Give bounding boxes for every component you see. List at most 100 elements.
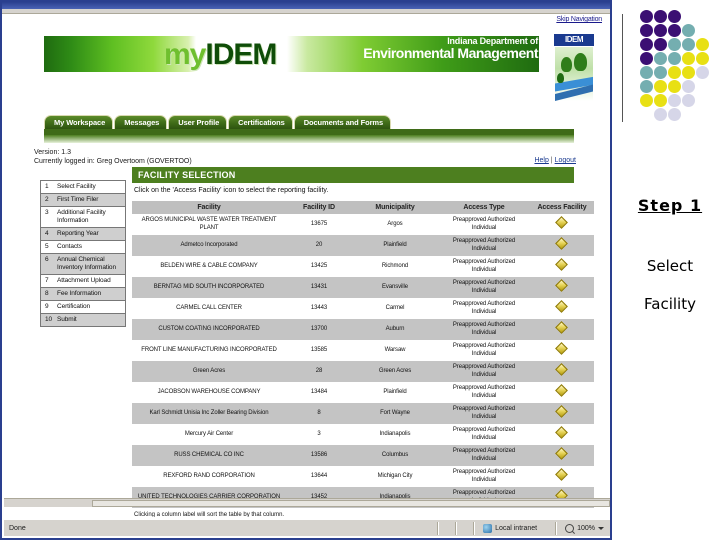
step-nav-item-annual-chemical-inventory-information[interactable]: 6 Annual Chemical Inventory Information [41,254,125,275]
decorative-dot [654,94,667,107]
access-facility-diamond-icon[interactable] [555,237,568,251]
vertical-divider [622,14,623,122]
step-label: Additional Facility Information [57,209,106,224]
access-facility-diamond-icon[interactable] [555,258,568,272]
access-facility-diamond-icon[interactable] [555,300,568,314]
logged-in-line: Currently logged in: Greg Overtoom (GOVE… [34,158,192,165]
step-nav-item-attachment-upload[interactable]: 7 Attachment Upload [41,275,125,288]
help-logout-links[interactable]: Help | Logout [534,157,576,164]
table-row: JACOBSON WAREHOUSE COMPANY 13484 Plainfiel… [132,382,594,403]
step-nav-item-fee-information[interactable]: 8 Fee Information [41,288,125,301]
decorative-dot [640,80,653,93]
tab-documents-and-forms[interactable]: Documents and Forms [293,115,392,129]
chevron-down-icon[interactable] [598,526,604,530]
cell-facility-name: BERNTAG MID SOUTH INCORPORATED [153,283,265,290]
access-facility-diamond-icon[interactable] [555,447,568,461]
cell-facility-name: ARGOS MUNICIPAL WASTE WATER TREATMENT PL… [141,217,277,231]
decorative-dot [682,52,695,65]
decorative-dot [668,52,681,65]
access-facility-diamond-icon[interactable] [555,405,568,419]
zoom-control[interactable]: 100% [565,523,610,533]
myidem-logo: myIDEM [164,36,294,74]
cell-access-facility [530,382,594,403]
cell-facility-name: Mercury Air Center [184,430,234,437]
column-header-access-facility[interactable]: Access Facility [530,201,594,214]
cell-access-type: Preapproved Authorized Individual [452,238,516,252]
cell-municipality: Plainfield [383,388,407,395]
decorative-dot [640,52,653,65]
column-header-access-type[interactable]: Access Type [438,201,530,214]
access-facility-diamond-icon[interactable] [555,321,568,335]
scrollbar-thumb[interactable] [92,500,610,507]
cell-access-type: Preapproved Authorized Individual [452,343,516,357]
tab-messages[interactable]: Messages [114,115,168,129]
decorative-dot [668,66,681,79]
step-label: Attachment Upload [57,277,111,284]
cell-access-type: Preapproved Authorized Individual [452,427,516,441]
decorative-dot [668,38,681,51]
column-header-facility[interactable]: Facility [132,201,286,214]
step-label: First Time Filer [57,196,99,203]
session-info: Version: 1.3 Currently logged in: Greg O… [34,148,192,166]
decorative-dot [668,24,681,37]
decorative-dot [682,66,695,79]
access-facility-diamond-icon[interactable] [555,468,568,482]
step-label: Certification [57,303,91,310]
table-row: REXFORD RAND CORPORATION 13644 Michigan Ci… [132,466,594,487]
tab-my-workspace[interactable]: My Workspace [44,115,114,129]
step-label: Contacts [57,243,82,250]
decorative-dot [654,38,667,51]
tab-certifications[interactable]: Certifications [228,115,293,129]
step-number: 5 [45,243,49,250]
access-facility-diamond-icon[interactable] [555,363,568,377]
cell-facility-id: 3 [317,430,321,437]
cell-facility-id: 13644 [310,472,328,479]
shield-icon [483,523,493,533]
access-facility-diamond-icon[interactable] [555,216,568,230]
site-header: Skip Navigation myIDEM Indiana Departmen… [4,14,610,110]
access-facility-diamond-icon[interactable] [555,384,568,398]
step-number: 2 [45,196,49,203]
cell-access-facility [530,403,594,424]
step-nav-item-certification[interactable]: 9 Certification [41,301,125,314]
decorative-dot [654,80,667,93]
cell-facility-name: CARMEL CALL CENTER [176,304,242,311]
agency-name: Indiana Department of Environmental Mana… [288,36,538,61]
step-nav-item-submit[interactable]: 10 Submit [41,314,125,326]
cell-municipality: Richmond [381,262,409,269]
cell-access-type: Preapproved Authorized Individual [452,259,516,273]
access-facility-diamond-icon[interactable] [555,342,568,356]
security-zone-indicator[interactable]: Local intranet [483,523,547,533]
step-label: Reporting Year [57,230,99,237]
cell-access-type: Preapproved Authorized Individual [452,448,516,462]
cell-access-facility [530,466,594,487]
logo-my-text: my [164,38,206,71]
tab-user-profile[interactable]: User Profile [168,115,228,129]
skip-navigation-link[interactable]: Skip Navigation [556,16,602,23]
cell-access-type: Preapproved Authorized Individual [452,280,516,294]
step-number: 6 [45,256,49,263]
decorative-dot [654,10,667,23]
step-nav-item-additional-facility-information[interactable]: 3 Additional Facility Information [41,207,125,228]
horizontal-scrollbar[interactable] [4,498,610,507]
cell-access-facility [530,298,594,319]
help-link[interactable]: Help [534,157,548,164]
access-facility-diamond-icon[interactable] [555,279,568,293]
column-header-municipality[interactable]: Municipality [352,201,438,214]
logout-link[interactable]: Logout [555,157,576,164]
version-line: Version: 1.3 [34,149,71,156]
step-nav-item-first-time-filer[interactable]: 2 First Time Filer [41,194,125,207]
step-nav-item-contacts[interactable]: 5 Contacts [41,241,125,254]
cell-facility-name: REXFORD RAND CORPORATION [163,472,255,479]
step-label: Fee Information [57,290,102,297]
status-separator [437,521,440,535]
cell-facility-id: 20 [315,241,323,248]
security-zone-label: Local intranet [495,524,538,532]
column-header-facility-id[interactable]: Facility ID [286,201,352,214]
step-navigation-list[interactable]: 1 Select Facility 2 First Time Filer 3 A… [40,180,126,327]
access-facility-diamond-icon[interactable] [555,426,568,440]
table-row: BERNTAG MID SOUTH INCORPORATED 13431 Evans… [132,277,594,298]
step-nav-item-reporting-year[interactable]: 4 Reporting Year [41,228,125,241]
step-nav-item-select-facility[interactable]: 1 Select Facility [41,181,125,194]
main-tab-bar[interactable]: My Workspace Messages User Profile Certi… [44,115,392,129]
